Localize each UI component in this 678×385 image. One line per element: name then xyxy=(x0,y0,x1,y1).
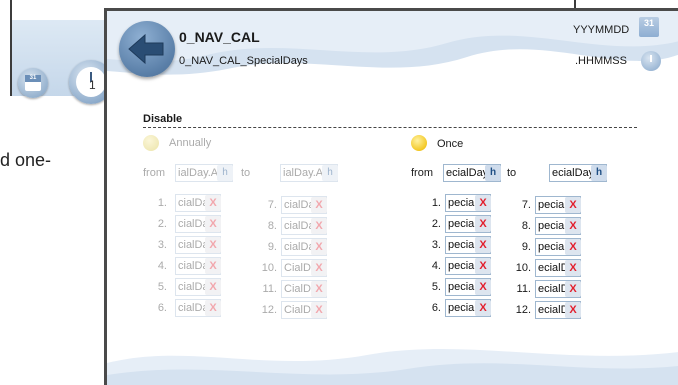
annually-row-1-number: 1. xyxy=(157,197,167,209)
date-format-label: YYYMMDD xyxy=(573,24,630,36)
once-row-12-number: 12. xyxy=(515,304,531,316)
annually-row-11-delete-button[interactable]: X xyxy=(311,281,327,297)
annually-row-3-number: 3. xyxy=(157,239,167,251)
back-button[interactable] xyxy=(119,21,175,77)
back-arrow-icon xyxy=(128,33,164,65)
once-row-8-delete-button[interactable]: X xyxy=(565,218,581,234)
once-row-7-number: 7. xyxy=(521,199,531,211)
once-row-10-delete-button[interactable]: X xyxy=(565,260,581,276)
annually-radio[interactable] xyxy=(143,135,159,151)
annually-row-7-number: 7. xyxy=(267,199,277,211)
once-row-5-number: 5. xyxy=(431,281,441,293)
screen: 31 1 d one- 0_NAV_CAL 0_NAV_CAL_SpecialD… xyxy=(0,0,678,385)
background-clock-number: 1 xyxy=(89,78,96,92)
once-row-11-number: 11. xyxy=(516,283,531,295)
background-calendar-icon[interactable]: 31 xyxy=(18,68,48,98)
once-row-6-delete-button[interactable]: X xyxy=(475,300,491,316)
annually-row-6-number: 6. xyxy=(157,302,167,314)
once-row-1-delete-button[interactable]: X xyxy=(475,195,491,211)
annually-row-12-number: 12. xyxy=(261,304,277,316)
once-row-2-number: 2. xyxy=(431,218,441,230)
once-row-10-number: 10. xyxy=(515,262,531,274)
once-row-12-delete-button[interactable]: X xyxy=(565,302,581,318)
disable-label: Disable xyxy=(143,113,183,125)
annually-row-5-number: 5. xyxy=(157,281,167,293)
once-row-3-number: 3. xyxy=(431,239,441,251)
annually-row-2-delete-button[interactable]: X xyxy=(205,216,221,232)
annually-row-9-number: 9. xyxy=(267,241,277,253)
once-row-11-delete-button[interactable]: X xyxy=(565,281,581,297)
annually-to-h-button[interactable]: h xyxy=(322,165,338,181)
annually-row-6-delete-button[interactable]: X xyxy=(205,300,221,316)
annually-row-11-number: 11. xyxy=(262,283,277,295)
once-to-label: to xyxy=(507,167,517,179)
once-row-3-delete-button[interactable]: X xyxy=(475,237,491,253)
page-subtitle: 0_NAV_CAL_SpecialDays xyxy=(179,55,308,67)
once-from-h-button[interactable]: h xyxy=(485,165,501,181)
calendar-icon[interactable]: 31 xyxy=(639,17,659,37)
annually-row-5-delete-button[interactable]: X xyxy=(205,279,221,295)
once-label: Once xyxy=(437,138,464,150)
once-row-7-delete-button[interactable]: X xyxy=(565,197,581,213)
once-row-1-number: 1. xyxy=(431,197,441,209)
annually-label: Annually xyxy=(169,137,212,149)
once-row-8-number: 8. xyxy=(521,220,531,232)
annually-row-9-delete-button[interactable]: X xyxy=(311,239,327,255)
annually-from-h-button[interactable]: h xyxy=(217,165,233,181)
annually-to-label: to xyxy=(241,167,251,179)
annually-row-3-delete-button[interactable]: X xyxy=(205,237,221,253)
calendar-icon-day: 31 xyxy=(643,18,654,28)
annually-row-2-number: 2. xyxy=(157,218,167,230)
annually-row-4-number: 4. xyxy=(157,260,167,272)
annually-row-12-delete-button[interactable]: X xyxy=(311,302,327,318)
background-text: d one- xyxy=(0,150,52,170)
once-row-9-number: 9. xyxy=(521,241,531,253)
annually-row-1-delete-button[interactable]: X xyxy=(205,195,221,211)
once-row-9-delete-button[interactable]: X xyxy=(565,239,581,255)
page-title: 0_NAV_CAL xyxy=(179,29,260,45)
annually-row-8-delete-button[interactable]: X xyxy=(311,218,327,234)
once-row-5-delete-button[interactable]: X xyxy=(475,279,491,295)
once-row-4-delete-button[interactable]: X xyxy=(475,258,491,274)
section-divider xyxy=(143,127,637,128)
annually-row-8-number: 8. xyxy=(267,220,277,232)
once-radio[interactable] xyxy=(411,135,427,151)
special-days-dialog: 0_NAV_CAL 0_NAV_CAL_SpecialDays YYYMMDD … xyxy=(104,8,678,385)
once-row-6-number: 6. xyxy=(431,302,441,314)
once-row-2-delete-button[interactable]: X xyxy=(475,216,491,232)
annually-row-7-delete-button[interactable]: X xyxy=(311,197,327,213)
annually-row-10-delete-button[interactable]: X xyxy=(311,260,327,276)
once-to-h-button[interactable]: h xyxy=(591,165,607,181)
footer-wave-decoration xyxy=(107,349,678,385)
time-format-label: .HHMMSS xyxy=(575,55,627,67)
annually-from-label: from xyxy=(143,167,165,179)
clock-icon[interactable] xyxy=(641,51,661,71)
annually-row-10-number: 10. xyxy=(261,262,277,274)
annually-row-4-delete-button[interactable]: X xyxy=(205,258,221,274)
once-row-4-number: 4. xyxy=(431,260,441,272)
background-calendar-day: 31 xyxy=(25,75,41,82)
once-from-label: from xyxy=(411,167,433,179)
